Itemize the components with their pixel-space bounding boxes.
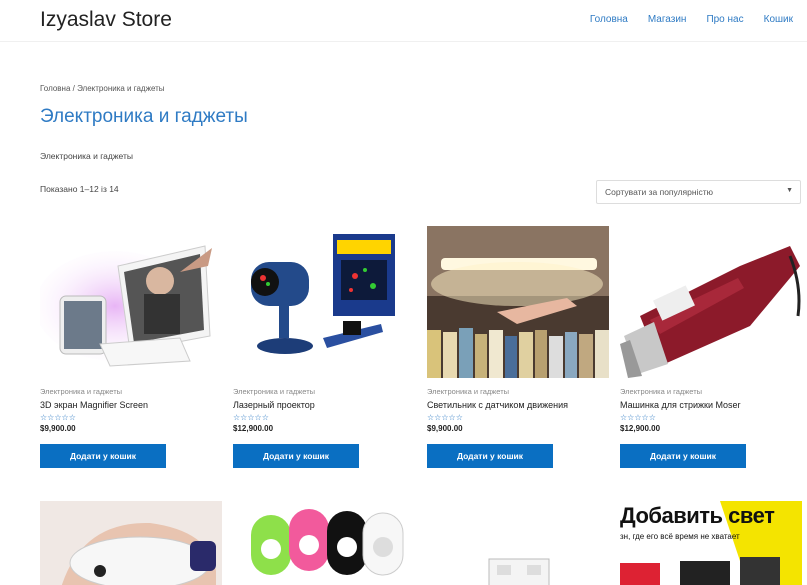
product-category[interactable]: Электроника и гаджеты	[620, 387, 802, 396]
promo-headline: Добавить свет	[620, 503, 775, 528]
rating-stars: ☆☆☆☆☆	[233, 413, 269, 422]
add-to-cart-button[interactable]: Додати у кошик	[427, 444, 553, 468]
product-image-promo-light[interactable]: Добавить свет зн, где его всё время не х…	[620, 501, 802, 585]
add-to-cart-button[interactable]: Додати у кошик	[40, 444, 166, 468]
rating-stars: ☆☆☆☆☆	[620, 413, 656, 422]
product-name[interactable]: Лазерный проектор	[233, 400, 415, 410]
product-category[interactable]: Электроника и гаджеты	[40, 387, 222, 396]
product-image-magnifier[interactable]	[40, 226, 222, 378]
add-to-cart-button[interactable]: Додати у кошик	[233, 444, 359, 468]
product-image-laser-projector[interactable]	[233, 226, 415, 378]
product-name[interactable]: Светильник с датчиком движения	[427, 400, 609, 410]
page-title: Электроника и гаджеты	[40, 106, 248, 127]
nav-cart[interactable]: Кошик	[764, 14, 793, 25]
product-card: Электроника и гаджеты Светильник с датчи…	[427, 226, 609, 468]
product-name[interactable]: 3D экран Magnifier Screen	[40, 400, 222, 410]
result-count: Показано 1–12 із 14	[40, 184, 119, 194]
product-category[interactable]: Электроника и гаджеты	[427, 387, 609, 396]
product-price: $9,900.00	[427, 424, 463, 433]
nav-home[interactable]: Головна	[590, 14, 628, 25]
nav-about[interactable]: Про нас	[706, 14, 743, 25]
product-name[interactable]: Машинка для стрижки Moser	[620, 400, 802, 410]
rating-stars: ☆☆☆☆☆	[40, 413, 76, 422]
product-price: $12,900.00	[233, 424, 274, 433]
product-category[interactable]: Электроника и гаджеты	[233, 387, 415, 396]
product-price: $9,900.00	[40, 424, 76, 433]
site-title[interactable]: Izyaslav Store	[40, 8, 172, 32]
category-description: Электроника и гаджеты	[40, 151, 133, 161]
product-image-key-finder[interactable]	[233, 501, 415, 585]
product-price: $12,900.00	[620, 424, 661, 433]
chevron-down-icon: ▼	[786, 187, 793, 194]
breadcrumb[interactable]: Головна / Электроника и гаджеты	[40, 84, 165, 93]
main-nav: Головна Магазин Про нас Кошик	[590, 14, 793, 25]
product-card: Электроника и гаджеты Лазерный проектор …	[233, 226, 415, 468]
add-to-cart-button[interactable]: Додати у кошик	[620, 444, 746, 468]
product-image-white-box[interactable]	[427, 501, 609, 585]
promo-subline: зн, где его всё время не хватает	[620, 532, 740, 541]
product-card: Электроника и гаджеты 3D экран Magnifier…	[40, 226, 222, 468]
sort-selected-label: Сортувати за популярністю	[605, 187, 713, 197]
product-image-motion-light[interactable]	[427, 226, 609, 378]
product-image-hand-device[interactable]	[40, 501, 222, 585]
product-card: Электроника и гаджеты Машинка для стрижк…	[620, 226, 802, 468]
rating-stars: ☆☆☆☆☆	[427, 413, 463, 422]
product-image-hair-clipper[interactable]	[620, 226, 802, 378]
site-header: Izyaslav Store Головна Магазин Про нас К…	[0, 0, 807, 42]
sort-select[interactable]: Сортувати за популярністю ▼	[596, 180, 801, 204]
nav-shop[interactable]: Магазин	[648, 14, 687, 25]
